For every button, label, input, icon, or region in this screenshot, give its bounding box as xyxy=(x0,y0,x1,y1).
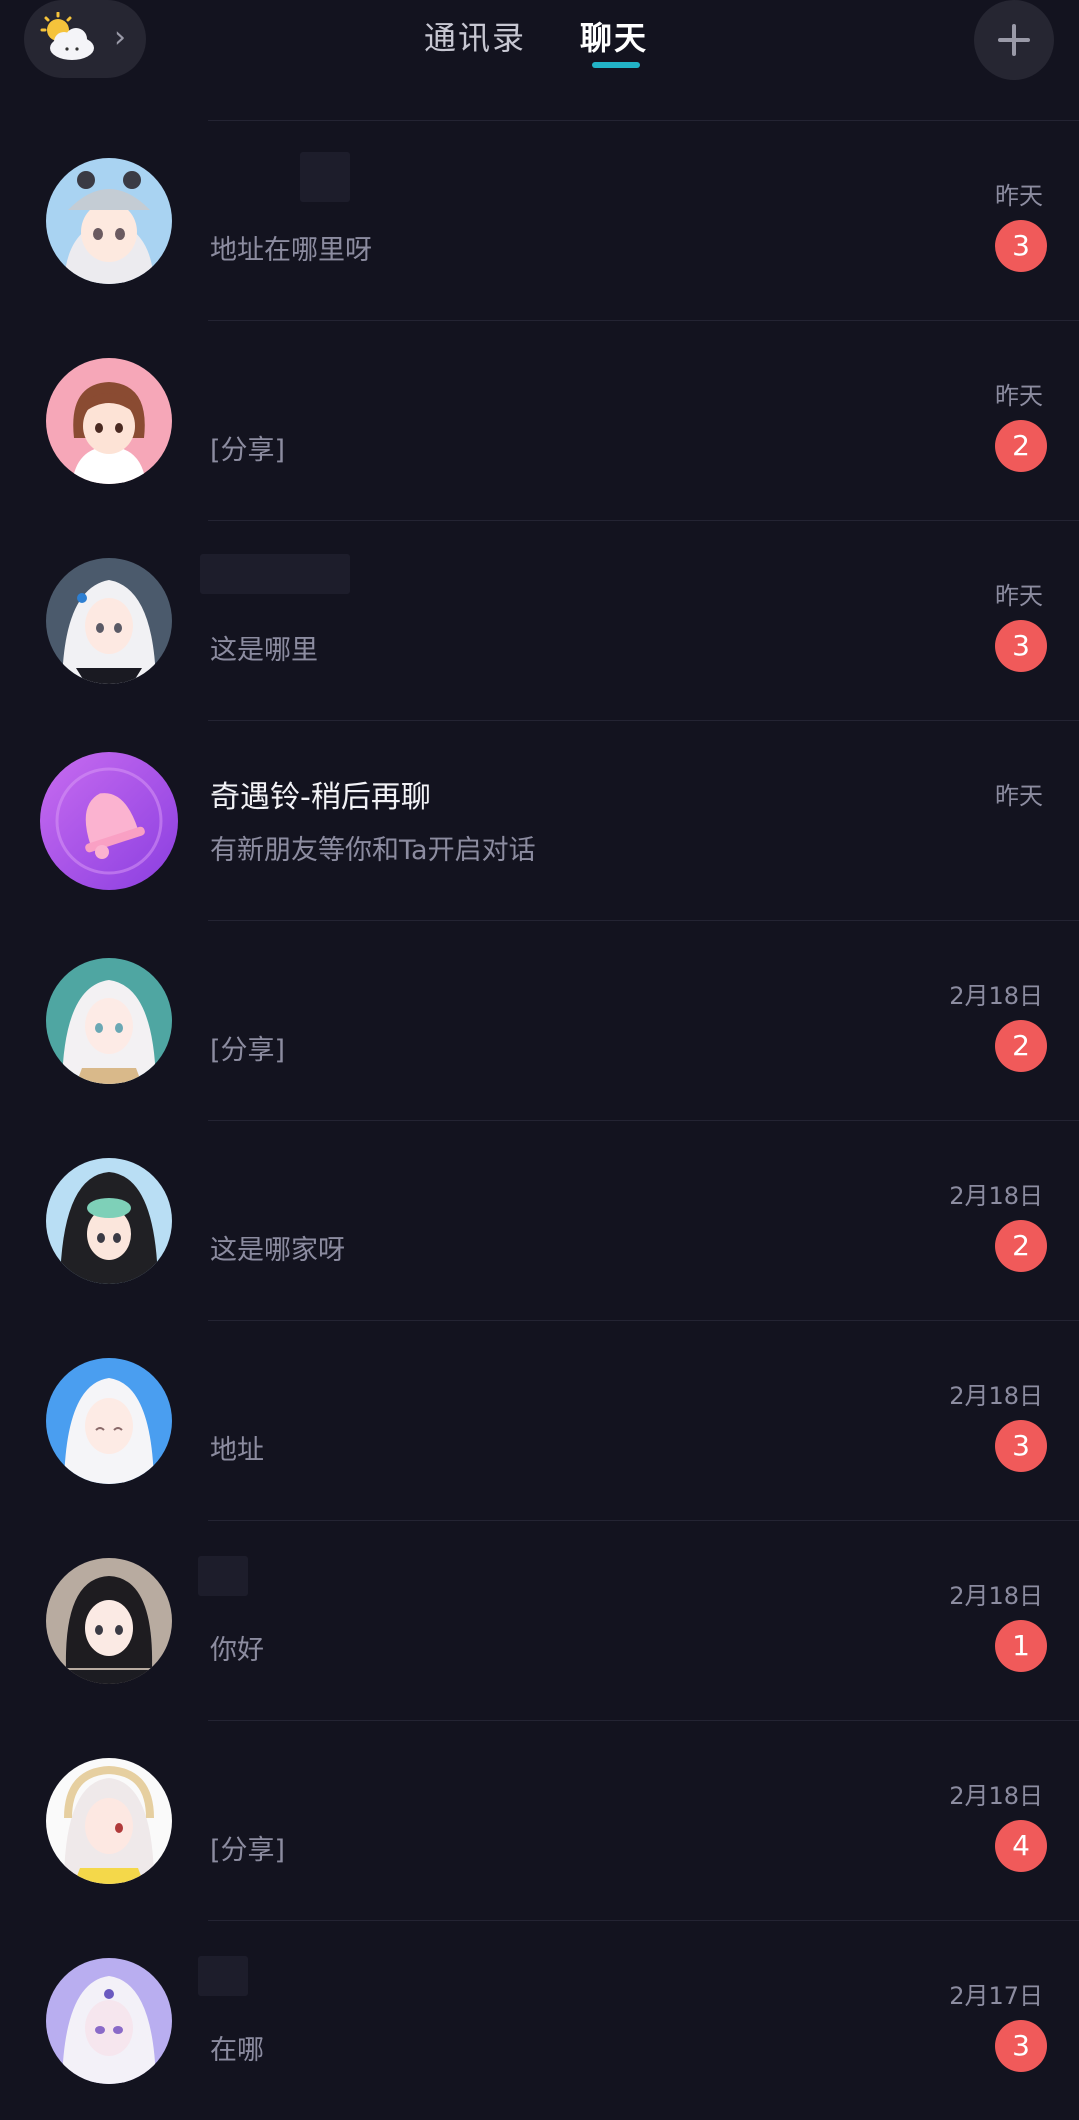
unread-badge: 3 xyxy=(995,620,1047,672)
avatar[interactable] xyxy=(46,558,172,684)
avatar[interactable] xyxy=(40,752,178,890)
chat-time: 2月18日 xyxy=(949,982,1043,1010)
chat-preview: 地址在哪里呀 xyxy=(210,235,372,266)
chat-row[interactable]: 这是哪家呀 2月18日 2 xyxy=(0,1120,1079,1320)
chat-time: 昨天 xyxy=(995,582,1043,610)
unread-badge: 2 xyxy=(995,1020,1047,1072)
add-button[interactable] xyxy=(974,0,1054,80)
chat-row[interactable]: [分享] 2月18日 4 xyxy=(0,1720,1079,1920)
redacted-name xyxy=(300,152,350,202)
avatar[interactable] xyxy=(46,158,172,284)
chat-row[interactable]: 地址在哪里呀 昨天 3 xyxy=(0,120,1079,320)
chat-time: 2月17日 xyxy=(949,1982,1043,2010)
chat-preview: 这是哪里 xyxy=(210,635,318,666)
chat-preview: 这是哪家呀 xyxy=(210,1235,345,1266)
chat-row[interactable]: 在哪 2月17日 3 xyxy=(0,1920,1079,2120)
chat-time: 昨天 xyxy=(995,382,1043,410)
avatar[interactable] xyxy=(46,1358,172,1484)
bell-icon xyxy=(40,752,178,890)
avatar[interactable] xyxy=(46,358,172,484)
chat-preview: [分享] xyxy=(210,435,286,466)
active-tab-indicator xyxy=(592,62,640,68)
weather-button[interactable]: › xyxy=(24,0,146,78)
avatar[interactable] xyxy=(46,958,172,1084)
chat-row[interactable]: [分享] 2月18日 2 xyxy=(0,920,1079,1120)
unread-badge: 2 xyxy=(995,420,1047,472)
chat-row[interactable]: [分享] 昨天 2 xyxy=(0,320,1079,520)
chat-time: 2月18日 xyxy=(949,1782,1043,1810)
unread-badge: 4 xyxy=(995,1820,1047,1872)
tab-chat[interactable]: 聊天 xyxy=(580,14,648,62)
chevron-right-icon: › xyxy=(114,20,126,55)
chat-time: 2月18日 xyxy=(949,1582,1043,1610)
partly-cloudy-icon xyxy=(38,11,98,64)
top-bar: › 通讯录 聊天 xyxy=(0,0,1079,86)
chat-name: 奇遇铃-稍后再聊 xyxy=(210,780,431,815)
chat-preview: 你好 xyxy=(210,1635,264,1666)
chat-time: 2月18日 xyxy=(949,1382,1043,1410)
chat-preview: [分享] xyxy=(210,1035,286,1066)
unread-badge: 1 xyxy=(995,1620,1047,1672)
chat-preview: 有新朋友等你和Ta开启对话 xyxy=(210,835,536,866)
chat-time: 昨天 xyxy=(995,182,1043,210)
redacted-name xyxy=(198,1556,248,1596)
avatar[interactable] xyxy=(46,1758,172,1884)
unread-badge: 3 xyxy=(995,220,1047,272)
avatar[interactable] xyxy=(46,1558,172,1684)
tab-contacts[interactable]: 通讯录 xyxy=(424,14,526,62)
avatar[interactable] xyxy=(46,1158,172,1284)
chat-preview: 地址 xyxy=(210,1435,264,1466)
avatar[interactable] xyxy=(46,1958,172,2084)
unread-badge: 2 xyxy=(995,1220,1047,1272)
chat-row[interactable]: 地址 2月18日 3 xyxy=(0,1320,1079,1520)
plus-icon xyxy=(998,24,1030,56)
chat-list: 地址在哪里呀 昨天 3 [分享] 昨天 2 这是哪里 昨天 3 奇遇铃-稍后再聊… xyxy=(0,120,1079,2120)
unread-badge: 3 xyxy=(995,1420,1047,1472)
chat-preview: [分享] xyxy=(210,1835,286,1866)
chat-time: 昨天 xyxy=(995,782,1043,810)
chat-row[interactable]: 这是哪里 昨天 3 xyxy=(0,520,1079,720)
chat-time: 2月18日 xyxy=(949,1182,1043,1210)
redacted-name xyxy=(200,554,350,594)
unread-badge: 3 xyxy=(995,2020,1047,2072)
chat-row[interactable]: 奇遇铃-稍后再聊 有新朋友等你和Ta开启对话 昨天 xyxy=(0,720,1079,920)
chat-preview: 在哪 xyxy=(210,2035,264,2066)
redacted-name xyxy=(198,1956,248,1996)
chat-row[interactable]: 你好 2月18日 1 xyxy=(0,1520,1079,1720)
